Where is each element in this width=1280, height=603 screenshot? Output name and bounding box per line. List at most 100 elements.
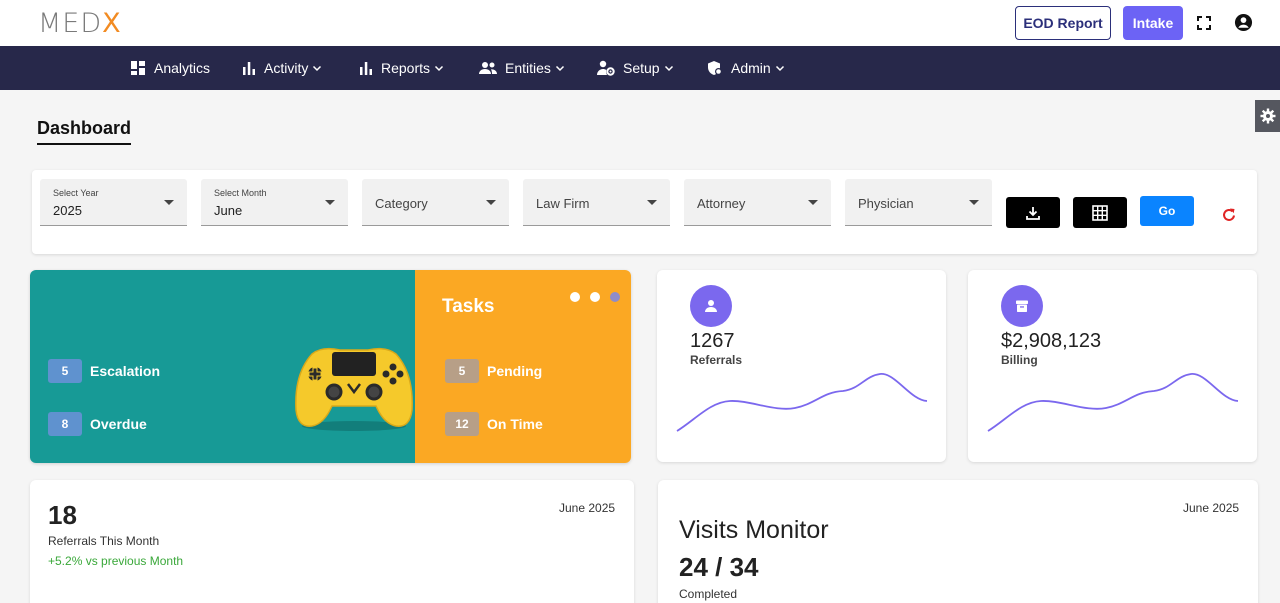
medx-logo[interactable]: MED X bbox=[38, 7, 122, 39]
billing-label: Billing bbox=[1001, 353, 1038, 367]
referrals-month-period: June 2025 bbox=[559, 501, 616, 515]
law-firm-placeholder: Law Firm bbox=[536, 196, 590, 211]
billing-card[interactable]: $2,908,123 Billing bbox=[968, 270, 1257, 462]
visits-count: 24 / 34 bbox=[679, 552, 759, 582]
nav-setup[interactable]: Setup bbox=[597, 46, 674, 90]
select-law-firm[interactable]: Law Firm bbox=[523, 179, 670, 226]
select-physician[interactable]: Physician bbox=[845, 179, 992, 226]
visits-monitor-card: June 2025 Visits Monitor 24 / 34 Complet… bbox=[658, 480, 1258, 603]
tasks-title: Tasks bbox=[442, 296, 495, 317]
top-bar: MED X EOD Report Intake bbox=[0, 0, 1280, 46]
referrals-sparkline bbox=[676, 373, 928, 432]
select-year[interactable]: Select Year 2025 bbox=[40, 179, 187, 226]
pending-row[interactable]: 5 Pending bbox=[445, 359, 542, 383]
grid-icon bbox=[1092, 204, 1108, 221]
nav-analytics-label: Analytics bbox=[154, 60, 211, 76]
person-icon bbox=[690, 285, 732, 327]
category-placeholder: Category bbox=[375, 196, 428, 211]
referrals-trend: +5.2% vs previous Month bbox=[48, 554, 184, 568]
chevron-down-icon bbox=[435, 65, 444, 72]
gear-icon bbox=[1260, 108, 1275, 124]
shield-icon bbox=[708, 61, 722, 75]
billing-sparkline bbox=[987, 373, 1239, 432]
dropdown-arrow-icon bbox=[969, 200, 979, 205]
visits-title: Visits Monitor bbox=[679, 516, 829, 544]
on-time-row[interactable]: 12 On Time bbox=[445, 412, 543, 436]
visits-label: Completed bbox=[679, 587, 738, 601]
physician-placeholder: Physician bbox=[858, 196, 914, 211]
escalation-label: Escalation bbox=[90, 363, 161, 379]
pending-label: Pending bbox=[487, 363, 543, 379]
fullscreen-icon[interactable] bbox=[1196, 15, 1212, 31]
nav-reports-label: Reports bbox=[381, 60, 431, 76]
select-month[interactable]: Select Month June bbox=[201, 179, 348, 226]
dashboard-icon bbox=[131, 61, 145, 75]
eod-report-button[interactable]: EOD Report bbox=[1015, 6, 1111, 40]
archive-icon bbox=[1001, 285, 1043, 327]
go-button[interactable]: Go bbox=[1140, 196, 1194, 226]
nav-analytics[interactable]: Analytics bbox=[130, 46, 210, 90]
logo-accent: X bbox=[102, 7, 122, 39]
nav-entities-label: Entities bbox=[505, 60, 551, 76]
referrals-month-count: 18 bbox=[48, 500, 77, 530]
dropdown-arrow-icon bbox=[808, 200, 818, 205]
nav-reports[interactable]: Reports bbox=[359, 46, 444, 90]
overdue-label: Overdue bbox=[90, 416, 147, 432]
referrals-label: Referrals bbox=[690, 353, 743, 367]
nav-setup-label: Setup bbox=[623, 60, 660, 76]
dropdown-arrow-icon bbox=[647, 200, 657, 205]
attorney-placeholder: Attorney bbox=[697, 196, 746, 211]
download-button[interactable] bbox=[1006, 197, 1060, 228]
pending-count: 5 bbox=[445, 359, 479, 383]
tasks-status-panel: Tasks 5 Pending 12 On Time bbox=[415, 270, 631, 463]
select-attorney[interactable]: Attorney bbox=[684, 179, 831, 226]
main-nav: Analytics Activity Reports Entities Setu… bbox=[0, 46, 1280, 90]
nav-activity-label: Activity bbox=[264, 60, 309, 76]
chevron-down-icon bbox=[313, 65, 322, 72]
dropdown-arrow-icon bbox=[164, 200, 174, 205]
billing-value: $2,908,123 bbox=[1001, 330, 1102, 352]
nav-admin-label: Admin bbox=[731, 60, 771, 76]
select-year-label: Select Year bbox=[53, 188, 99, 198]
tasks-card: 5 Escalation 8 Overdue Tasks 5 Pending 1… bbox=[30, 270, 631, 463]
settings-tab[interactable] bbox=[1255, 100, 1280, 132]
overdue-row[interactable]: 8 Overdue bbox=[48, 412, 147, 436]
overdue-count: 8 bbox=[48, 412, 82, 436]
nav-activity[interactable]: Activity bbox=[242, 46, 322, 90]
account-icon[interactable] bbox=[1234, 13, 1253, 32]
refresh-icon[interactable] bbox=[1221, 207, 1237, 223]
referrals-month-label: Referrals This Month bbox=[48, 534, 160, 548]
escalation-count: 5 bbox=[48, 359, 82, 383]
select-month-label: Select Month bbox=[214, 188, 267, 198]
chevron-down-icon bbox=[664, 65, 673, 72]
nav-entities[interactable]: Entities bbox=[479, 46, 565, 90]
filter-panel: Select Year 2025 Select Month June Categ… bbox=[32, 170, 1257, 254]
logo-text: MED bbox=[38, 7, 103, 39]
nav-admin[interactable]: Admin bbox=[707, 46, 785, 90]
gamepad-illustration bbox=[295, 347, 413, 431]
intake-button[interactable]: Intake bbox=[1123, 6, 1183, 40]
page-title: Dashboard bbox=[37, 118, 132, 145]
bar-chart-icon bbox=[360, 62, 372, 75]
dropdown-arrow-icon bbox=[486, 200, 496, 205]
chevron-down-icon bbox=[775, 65, 784, 72]
on-time-count: 12 bbox=[445, 412, 479, 436]
carousel-dot-active[interactable] bbox=[610, 292, 620, 302]
people-icon bbox=[479, 62, 497, 74]
carousel-dot[interactable] bbox=[570, 292, 580, 302]
on-time-label: On Time bbox=[487, 416, 543, 432]
user-gear-icon bbox=[597, 60, 615, 76]
referrals-card[interactable]: 1267 Referrals bbox=[657, 270, 946, 462]
chevron-down-icon bbox=[555, 65, 564, 72]
dropdown-arrow-icon bbox=[325, 200, 335, 205]
escalation-row[interactable]: 5 Escalation bbox=[48, 359, 160, 383]
bar-chart-icon bbox=[243, 62, 255, 75]
grid-view-button[interactable] bbox=[1073, 197, 1127, 228]
carousel-dot[interactable] bbox=[590, 292, 600, 302]
referrals-month-card: 18 Referrals This Month +5.2% vs previou… bbox=[30, 480, 634, 603]
download-icon bbox=[1026, 206, 1040, 220]
select-category[interactable]: Category bbox=[362, 179, 509, 226]
select-year-value: 2025 bbox=[53, 203, 82, 218]
visits-period: June 2025 bbox=[1183, 501, 1240, 515]
referrals-value: 1267 bbox=[690, 330, 735, 352]
